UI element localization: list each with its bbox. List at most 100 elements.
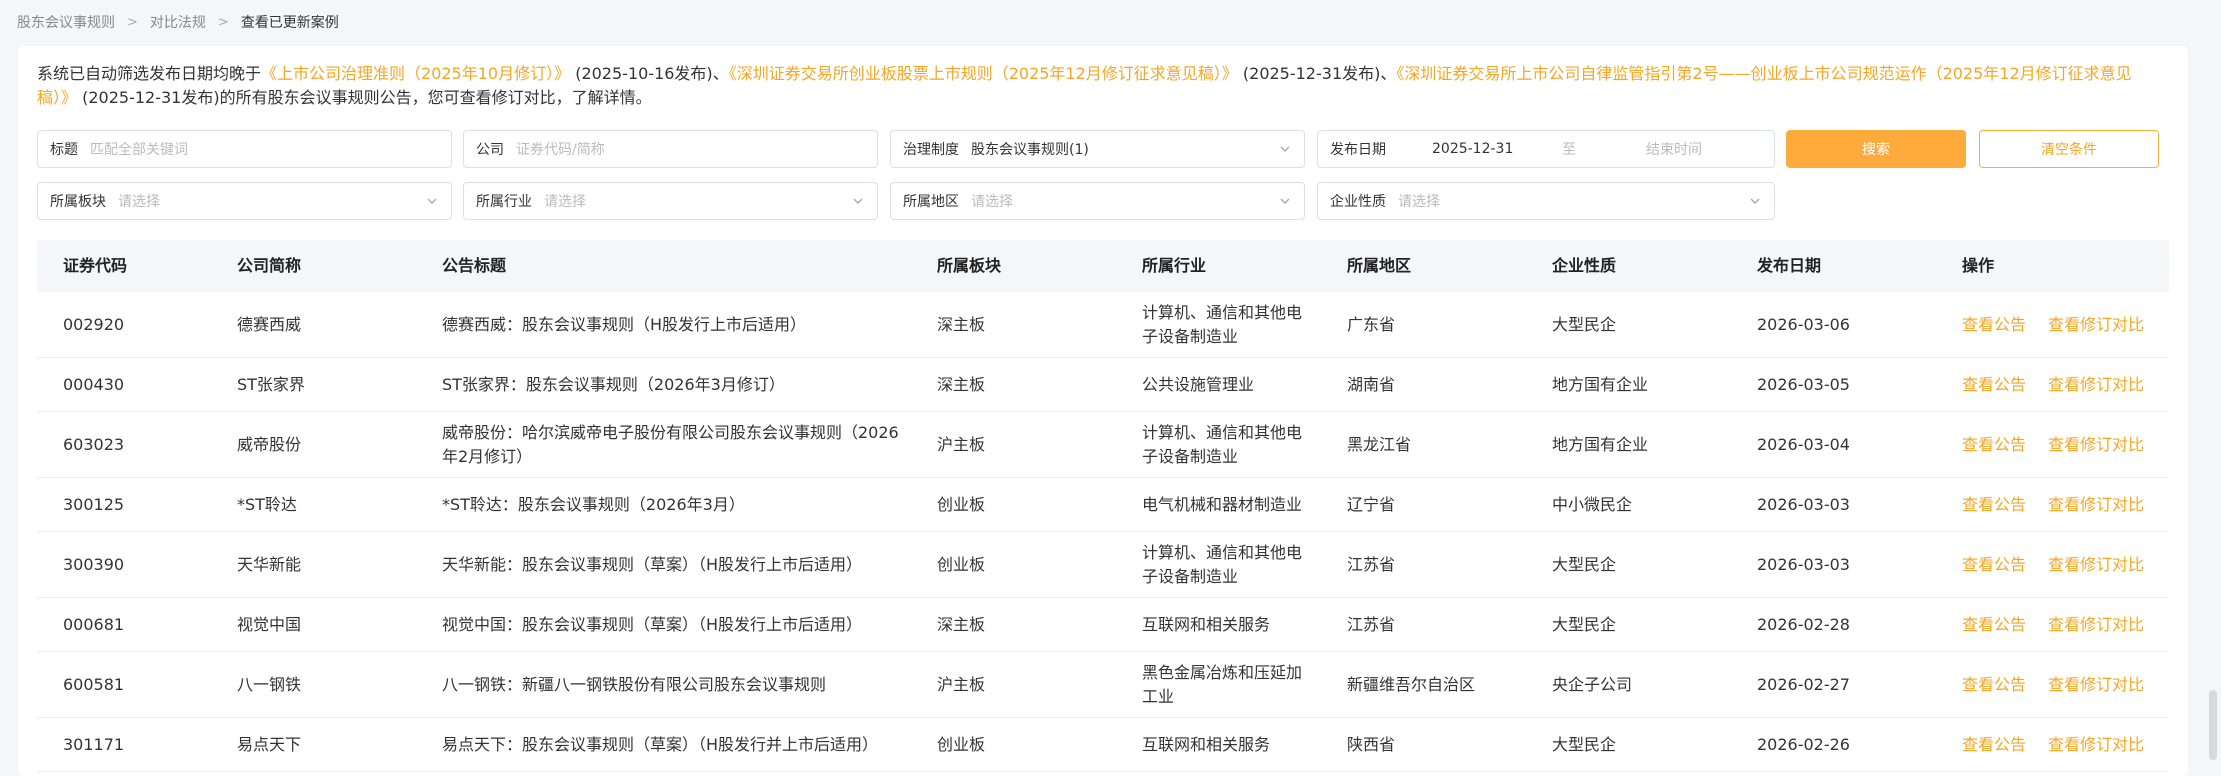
title-search-input[interactable]: 标题 匹配全部关键词 bbox=[37, 130, 452, 168]
table-row: 603023 威帝股份 威帝股份：哈尔滨威帝电子股份有限公司股东会议事规则（20… bbox=[37, 412, 2169, 478]
field-placeholder: 请选择 bbox=[118, 194, 160, 210]
cell-name: 德赛西威 bbox=[237, 314, 302, 334]
cell-industry: 互联网和相关服务 bbox=[1142, 734, 1271, 754]
table-header: 证券代码 公司简称 公告标题 所属板块 所属行业 所属地区 企业性质 发布日期 … bbox=[37, 240, 2169, 292]
view-announcement-link[interactable]: 查看公告 bbox=[1962, 435, 2026, 454]
chevron-down-icon bbox=[851, 194, 865, 208]
field-placeholder: 请选择 bbox=[971, 194, 1013, 210]
cell-name: 八一钢铁 bbox=[237, 674, 302, 694]
region-select[interactable]: 所属地区 请选择 bbox=[890, 182, 1305, 220]
table-row: 002920 德赛西威 德赛西威：股东会议事规则（H股发行上市后适用） 深主板 … bbox=[37, 292, 2169, 358]
view-announcement-link[interactable]: 查看公告 bbox=[1962, 615, 2026, 634]
view-announcement-link[interactable]: 查看公告 bbox=[1962, 675, 2026, 694]
table-row: 300125 *ST聆达 *ST聆达：股东会议事规则（2026年3月） 创业板 … bbox=[37, 478, 2169, 532]
cell-nature: 大型民企 bbox=[1552, 554, 1617, 574]
view-announcement-link[interactable]: 查看公告 bbox=[1962, 735, 2026, 754]
cell-date: 2026-02-28 bbox=[1757, 614, 1850, 634]
cell-actions: 查看公告 查看修订对比 bbox=[1936, 673, 2169, 697]
notice-law-link-1[interactable]: 《上市公司治理准则（2025年10月修订）》 bbox=[261, 64, 570, 83]
view-revision-compare-link[interactable]: 查看修订对比 bbox=[2048, 315, 2144, 334]
cell-region: 辽宁省 bbox=[1347, 494, 1396, 514]
view-revision-compare-link[interactable]: 查看修订对比 bbox=[2048, 735, 2144, 754]
cell-code: 301171 bbox=[63, 734, 125, 754]
field-label: 发布日期 bbox=[1330, 142, 1386, 158]
field-label: 所属板块 bbox=[50, 194, 106, 210]
breadcrumb-item-compare[interactable]: 对比法规 bbox=[150, 12, 206, 32]
view-announcement-link[interactable]: 查看公告 bbox=[1962, 315, 2026, 334]
notice-law-link-2[interactable]: 《深圳证券交易所创业板股票上市规则（2025年12月修订征求意见稿）》 bbox=[729, 64, 1238, 83]
cell-nature: 大型民企 bbox=[1552, 314, 1617, 334]
cell-title: *ST聆达：股东会议事规则（2026年3月） bbox=[442, 494, 745, 514]
clear-filters-button[interactable]: 清空条件 bbox=[1979, 130, 2159, 168]
company-search-input[interactable]: 公司 证券代码/简称 bbox=[463, 130, 878, 168]
field-label: 公司 bbox=[476, 142, 504, 158]
cell-nature: 地方国有企业 bbox=[1552, 434, 1649, 454]
enterprise-nature-select[interactable]: 企业性质 请选择 bbox=[1317, 182, 1775, 220]
cell-name: 视觉中国 bbox=[237, 614, 302, 634]
table-row: 000681 视觉中国 视觉中国：股东会议事规则（草案）（H股发行上市后适用） … bbox=[37, 598, 2169, 652]
cell-date: 2026-03-05 bbox=[1757, 374, 1850, 394]
cell-industry: 公共设施管理业 bbox=[1142, 374, 1255, 394]
board-select[interactable]: 所属板块 请选择 bbox=[37, 182, 452, 220]
column-header-board: 所属板块 bbox=[937, 256, 1002, 275]
cell-nature: 中小微民企 bbox=[1552, 494, 1633, 514]
view-announcement-link[interactable]: 查看公告 bbox=[1962, 495, 2026, 514]
breadcrumb: 股东会议事规则 > 对比法规 > 查看已更新案例 bbox=[17, 10, 339, 34]
column-header-title: 公告标题 bbox=[442, 256, 507, 275]
view-revision-compare-link[interactable]: 查看修订对比 bbox=[2048, 495, 2144, 514]
cell-name: 威帝股份 bbox=[237, 434, 302, 454]
search-button[interactable]: 搜索 bbox=[1786, 130, 1966, 168]
cell-board: 深主板 bbox=[937, 314, 986, 334]
date-range-separator: 至 bbox=[1562, 142, 1576, 158]
breadcrumb-item-current: 查看已更新案例 bbox=[240, 15, 339, 31]
cell-code: 600581 bbox=[63, 674, 125, 694]
view-announcement-link[interactable]: 查看公告 bbox=[1962, 375, 2026, 394]
view-revision-compare-link[interactable]: 查看修订对比 bbox=[2048, 615, 2144, 634]
column-header-region: 所属地区 bbox=[1347, 256, 1412, 275]
cell-title: 视觉中国：股东会议事规则（草案）（H股发行上市后适用） bbox=[442, 614, 863, 634]
cell-region: 陕西省 bbox=[1347, 734, 1396, 754]
date-start-value[interactable]: 2025-12-31 bbox=[1432, 141, 1552, 157]
cell-actions: 查看公告 查看修订对比 bbox=[1936, 433, 2169, 457]
industry-select[interactable]: 所属行业 请选择 bbox=[463, 182, 878, 220]
date-end-placeholder[interactable]: 结束时间 bbox=[1646, 139, 1702, 159]
cell-region: 广东省 bbox=[1347, 314, 1396, 334]
view-revision-compare-link[interactable]: 查看修订对比 bbox=[2048, 435, 2144, 454]
field-label: 所属地区 bbox=[903, 194, 959, 210]
cell-actions: 查看公告 查看修订对比 bbox=[1936, 313, 2169, 337]
column-header-date: 发布日期 bbox=[1757, 256, 1822, 275]
cell-date: 2026-03-03 bbox=[1757, 554, 1850, 574]
chevron-right-icon: > bbox=[217, 14, 229, 30]
cell-industry: 互联网和相关服务 bbox=[1142, 614, 1271, 634]
view-announcement-link[interactable]: 查看公告 bbox=[1962, 555, 2026, 574]
cell-board: 创业板 bbox=[937, 494, 986, 514]
cell-board: 深主板 bbox=[937, 614, 986, 634]
view-revision-compare-link[interactable]: 查看修订对比 bbox=[2048, 375, 2144, 394]
field-placeholder: 请选择 bbox=[544, 194, 586, 210]
chevron-down-icon bbox=[425, 194, 439, 208]
column-header-code: 证券代码 bbox=[63, 256, 128, 275]
publish-date-range-picker[interactable]: 发布日期 2025-12-31 至 结束时间 bbox=[1317, 130, 1775, 168]
governance-system-select[interactable]: 治理制度 股东会议事规则(1) bbox=[890, 130, 1305, 168]
field-label: 所属行业 bbox=[476, 194, 532, 210]
notice-law-date-2: (2025-12-31发布) bbox=[1242, 64, 1381, 83]
page-scrollbar[interactable] bbox=[2209, 690, 2217, 760]
results-table: 证券代码 公司简称 公告标题 所属板块 所属行业 所属地区 企业性质 发布日期 … bbox=[37, 240, 2169, 772]
chevron-right-icon: > bbox=[127, 14, 138, 30]
filter-notice: 系统已自动筛选发布日期均晚于《上市公司治理准则（2025年10月修订）》 (20… bbox=[37, 62, 2167, 110]
notice-suffix: 的所有股东会议事规则公告，您可查看修订对比，了解详情。 bbox=[219, 88, 652, 107]
view-revision-compare-link[interactable]: 查看修订对比 bbox=[2048, 555, 2144, 574]
cell-nature: 地方国有企业 bbox=[1552, 374, 1649, 394]
cell-title: 威帝股份：哈尔滨威帝电子股份有限公司股东会议事规则（2026年2月修订） bbox=[442, 422, 899, 466]
column-header-name: 公司简称 bbox=[237, 256, 302, 275]
breadcrumb-item-rules[interactable]: 股东会议事规则 bbox=[17, 12, 115, 32]
main-card: 系统已自动筛选发布日期均晚于《上市公司治理准则（2025年10月修订）》 (20… bbox=[18, 46, 2188, 776]
cell-date: 2026-03-04 bbox=[1757, 434, 1850, 454]
cell-actions: 查看公告 查看修订对比 bbox=[1936, 493, 2169, 517]
cell-board: 深主板 bbox=[937, 374, 986, 394]
table-row: 000430 ST张家界 ST张家界：股东会议事规则（2026年3月修订） 深主… bbox=[37, 358, 2169, 412]
cell-actions: 查看公告 查看修订对比 bbox=[1936, 553, 2169, 577]
cell-nature: 大型民企 bbox=[1552, 614, 1617, 634]
view-revision-compare-link[interactable]: 查看修订对比 bbox=[2048, 675, 2144, 694]
cell-title: ST张家界：股东会议事规则（2026年3月修订） bbox=[442, 374, 785, 394]
